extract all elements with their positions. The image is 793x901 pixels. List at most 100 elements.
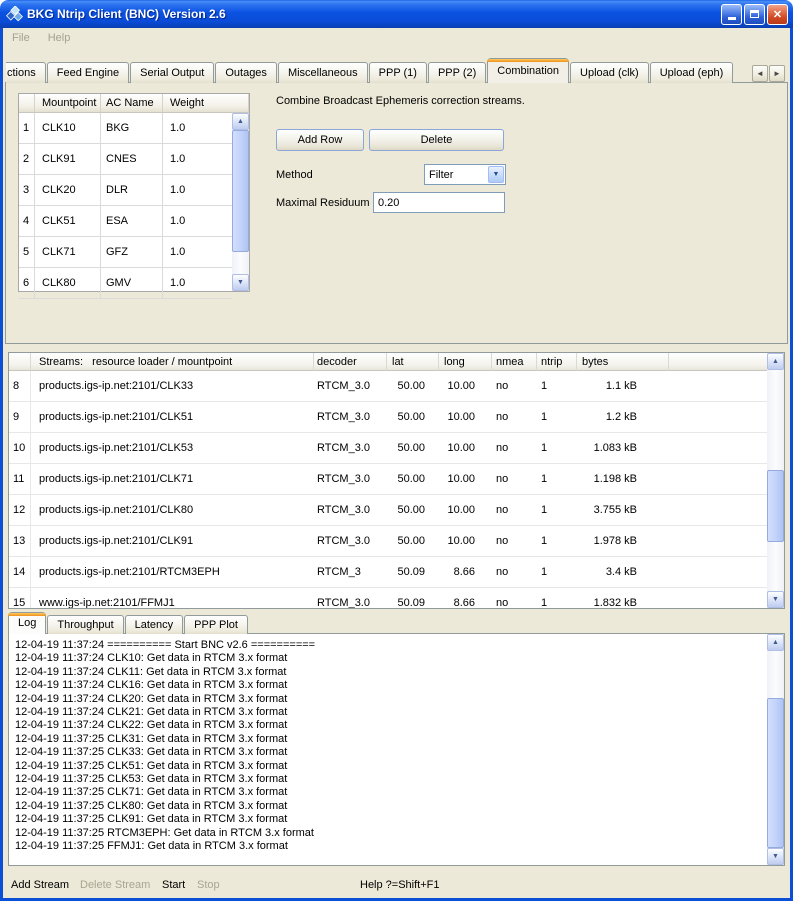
combo-arrow-icon[interactable]: ▼ [488, 166, 504, 183]
tab-serial-output[interactable]: Serial Output [130, 62, 214, 83]
bytes-cell: 3.755 kB [577, 495, 669, 525]
column-header-bytes[interactable]: bytes [577, 353, 669, 371]
row-number: 14 [9, 557, 31, 587]
tab-feed-engine[interactable]: Feed Engine [47, 62, 129, 83]
column-header-lat[interactable]: lat [387, 353, 439, 371]
method-select[interactable]: Filter ▼ [424, 164, 506, 185]
decoder-cell: RTCM_3 [314, 557, 387, 587]
menu-file[interactable]: File [12, 32, 30, 44]
corner-header [19, 94, 35, 113]
window-controls: ✕ [721, 4, 788, 25]
column-header-long[interactable]: long [439, 353, 492, 371]
log-line: 12-04-19 11:37:25 CLK91: Get data in RTC… [15, 813, 784, 826]
tab-scroll-left-icon[interactable]: ◄ [752, 65, 768, 82]
combination-row[interactable]: 3CLK20DLR1.0 [19, 175, 232, 206]
stream-row[interactable]: 15www.igs-ip.net:2101/FFMJ1RTCM_3.050.09… [9, 588, 784, 609]
column-header-weight[interactable]: Weight [163, 94, 249, 113]
minimize-button[interactable] [721, 4, 742, 25]
long-cell: 10.00 [439, 464, 492, 494]
log-line: 12-04-19 11:37:25 CLK51: Get data in RTC… [15, 760, 784, 773]
combination-row[interactable]: 4CLK51ESA1.0 [19, 206, 232, 237]
combination-panel: Mountpoint AC Name Weight 1CLK10BKG1.02C… [5, 82, 788, 344]
scrollbar-track[interactable] [767, 651, 784, 848]
log-line: 12-04-19 11:37:25 CLK33: Get data in RTC… [15, 746, 784, 759]
log-scrollbar[interactable]: ▲ ▼ [767, 634, 784, 865]
combination-row[interactable]: 6CLK80GMV1.0 [19, 268, 232, 299]
tab-latency[interactable]: Latency [125, 615, 184, 634]
scrollbar-track[interactable] [232, 130, 249, 274]
combination-row[interactable]: 2CLK91CNES1.0 [19, 144, 232, 175]
combination-row[interactable]: 5CLK71GFZ1.0 [19, 237, 232, 268]
ac-name-cell: GFZ [101, 237, 163, 267]
tab-combination[interactable]: Combination [487, 58, 569, 83]
stream-row[interactable]: 13products.igs-ip.net:2101/CLK91RTCM_3.0… [9, 526, 784, 557]
tab-outages[interactable]: Outages [215, 62, 277, 83]
stream-row[interactable]: 14products.igs-ip.net:2101/RTCM3EPHRTCM_… [9, 557, 784, 588]
maximize-button[interactable] [744, 4, 765, 25]
nmea-cell: no [492, 371, 537, 401]
stream-row[interactable]: 10products.igs-ip.net:2101/CLK53RTCM_3.0… [9, 433, 784, 464]
stream-row[interactable]: 11products.igs-ip.net:2101/CLK71RTCM_3.0… [9, 464, 784, 495]
bytes-cell: 1.978 kB [577, 526, 669, 556]
tab-ctions[interactable]: ctions [6, 62, 46, 83]
stream-cell: products.igs-ip.net:2101/CLK53 [31, 433, 314, 463]
scroll-up-icon[interactable]: ▲ [767, 634, 784, 651]
maximal-residuum-input[interactable] [373, 192, 505, 213]
tab-upload-eph[interactable]: Upload (eph) [650, 62, 734, 83]
combination-table-scrollbar[interactable]: ▲ ▼ [232, 113, 249, 291]
ac-name-cell: BKG [101, 113, 163, 143]
scroll-down-icon[interactable]: ▼ [767, 848, 784, 865]
scroll-up-icon[interactable]: ▲ [232, 113, 249, 130]
stream-row[interactable]: 12products.igs-ip.net:2101/CLK80RTCM_3.0… [9, 495, 784, 526]
tab-upload-clk[interactable]: Upload (clk) [570, 62, 649, 83]
log-line: 12-04-19 11:37:25 CLK31: Get data in RTC… [15, 733, 784, 746]
mountpoint-cell: CLK71 [35, 237, 101, 267]
tab-strip: ctionsFeed EngineSerial OutputOutagesMis… [6, 58, 750, 83]
combination-description: Combine Broadcast Ephemeris correction s… [276, 95, 525, 107]
column-header-decoder[interactable]: decoder [314, 353, 387, 371]
tab-throughput[interactable]: Throughput [47, 615, 123, 634]
column-header-streams[interactable]: Streams: resource loader / mountpoint [31, 353, 314, 371]
log-line: 12-04-19 11:37:24 CLK21: Get data in RTC… [15, 706, 784, 719]
scroll-down-icon[interactable]: ▼ [232, 274, 249, 291]
tab-scroller: ◄ ► [752, 65, 785, 82]
long-cell: 10.00 [439, 433, 492, 463]
help-shift-f1-action[interactable]: Help ?=Shift+F1 [360, 879, 440, 891]
tab-miscellaneous[interactable]: Miscellaneous [278, 62, 368, 83]
scroll-up-icon[interactable]: ▲ [767, 353, 784, 370]
scrollbar-thumb[interactable] [767, 698, 784, 848]
scroll-down-icon[interactable]: ▼ [767, 591, 784, 608]
log-line: 12-04-19 11:37:24 CLK11: Get data in RTC… [15, 666, 784, 679]
stream-row[interactable]: 9products.igs-ip.net:2101/CLK51RTCM_3.05… [9, 402, 784, 433]
add-row-button[interactable]: Add Row [276, 129, 364, 151]
column-header-nmea[interactable]: nmea [492, 353, 537, 371]
lat-cell: 50.09 [387, 588, 439, 609]
long-cell: 10.00 [439, 371, 492, 401]
scrollbar-thumb[interactable] [232, 130, 249, 252]
column-header-ac-name[interactable]: AC Name [101, 94, 163, 113]
lat-cell: 50.00 [387, 526, 439, 556]
log-line: 12-04-19 11:37:24 CLK16: Get data in RTC… [15, 679, 784, 692]
title-bar[interactable]: BKG Ntrip Client (BNC) Version 2.6 ✕ [0, 0, 793, 28]
add-stream-action[interactable]: Add Stream [11, 879, 69, 891]
scrollbar-thumb[interactable] [767, 470, 784, 542]
combination-row[interactable]: 1CLK10BKG1.0 [19, 113, 232, 144]
tab-ppp-plot[interactable]: PPP Plot [184, 615, 248, 634]
tab-ppp-2[interactable]: PPP (2) [428, 62, 486, 83]
close-button[interactable]: ✕ [767, 4, 788, 25]
streams-table-scrollbar[interactable]: ▲ ▼ [767, 353, 784, 608]
tab-scroll-right-icon[interactable]: ► [769, 65, 785, 82]
method-value: Filter [425, 169, 487, 181]
combination-table-header: Mountpoint AC Name Weight [19, 94, 249, 113]
column-header-ntrip[interactable]: ntrip [537, 353, 577, 371]
menu-help[interactable]: Help [48, 32, 71, 44]
tab-ppp-1[interactable]: PPP (1) [369, 62, 427, 83]
weight-cell: 1.0 [163, 237, 232, 267]
scrollbar-track[interactable] [767, 370, 784, 591]
start-action[interactable]: Start [162, 879, 185, 891]
column-header-mountpoint[interactable]: Mountpoint [35, 94, 101, 113]
delete-button[interactable]: Delete [369, 129, 504, 151]
tab-log[interactable]: Log [8, 612, 46, 634]
weight-cell: 1.0 [163, 113, 232, 143]
stream-row[interactable]: 8products.igs-ip.net:2101/CLK33RTCM_3.05… [9, 371, 784, 402]
